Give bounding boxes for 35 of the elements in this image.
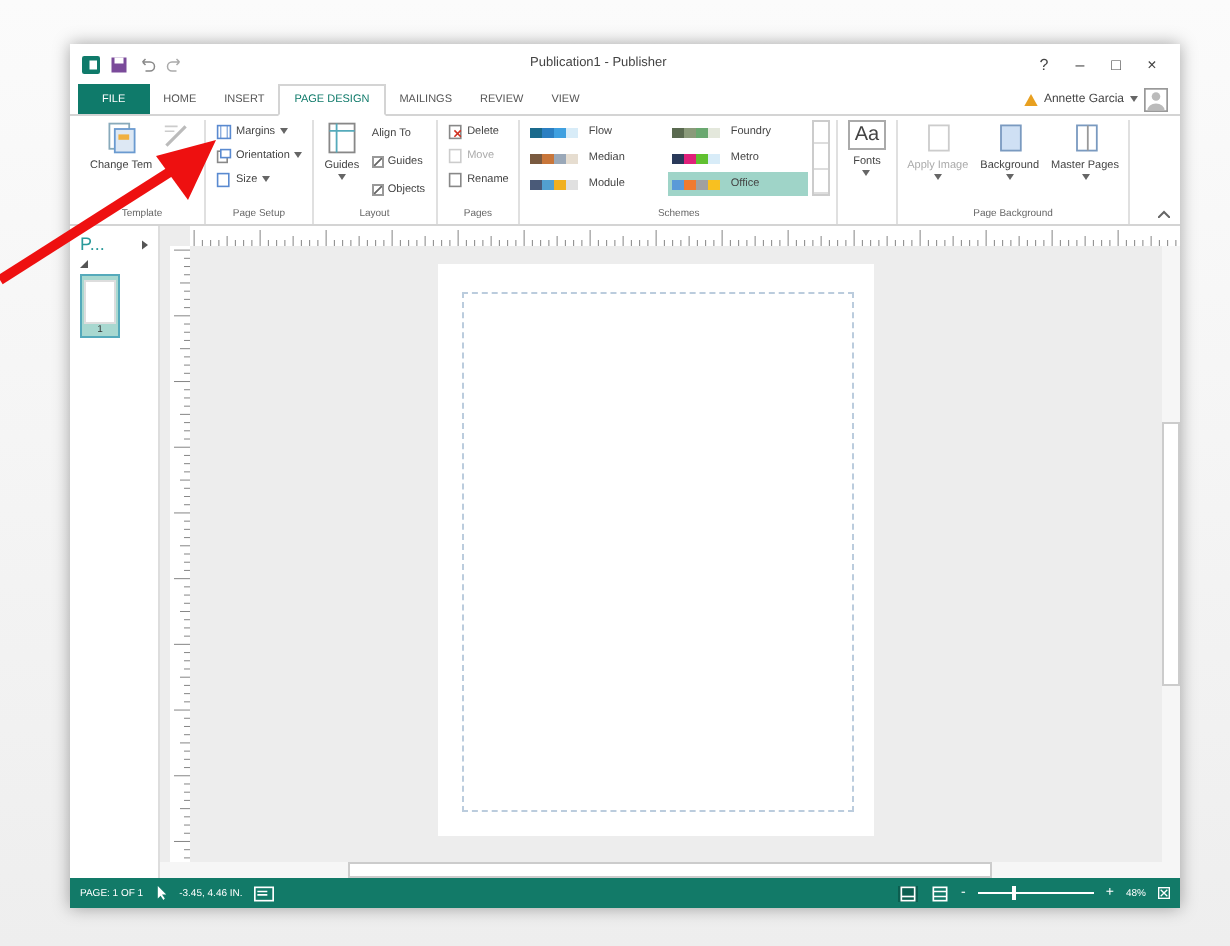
app-logo-icon: [82, 55, 100, 73]
caret-icon: [1130, 96, 1138, 102]
fit-page-icon[interactable]: [1158, 886, 1170, 900]
caret-icon: [261, 176, 270, 182]
caret-icon: [862, 170, 871, 177]
template-icon: [103, 120, 140, 156]
caret-icon: [933, 174, 942, 181]
avatar-icon[interactable]: [1144, 87, 1168, 111]
caret-icon: [1081, 174, 1089, 181]
collapse-ribbon-icon[interactable]: [1158, 210, 1170, 218]
layout-icon[interactable]: [254, 885, 275, 901]
expand-icon[interactable]: [142, 239, 148, 249]
warning-icon: [1023, 93, 1038, 105]
collapse-icon[interactable]: [80, 260, 88, 268]
window-control[interactable]: ?: [1028, 55, 1060, 73]
caret-icon: [279, 128, 288, 134]
caret-icon: [293, 152, 302, 158]
undo-icon[interactable]: [138, 55, 156, 73]
two-page-view-icon[interactable]: [929, 885, 950, 901]
horizontal-scrollbar[interactable]: [160, 862, 1180, 878]
gallery-scrollbar[interactable]: [812, 120, 831, 196]
save-icon[interactable]: [110, 55, 128, 73]
caret-icon: [337, 174, 346, 181]
caret-icon: [1005, 174, 1014, 181]
single-page-view-icon[interactable]: [897, 885, 918, 901]
cursor-icon: [155, 886, 168, 900]
window-control[interactable]: –: [1064, 55, 1096, 73]
window-control[interactable]: ×: [1136, 55, 1168, 73]
vertical-scrollbar[interactable]: [1162, 246, 1180, 862]
pen-icon: [160, 120, 193, 152]
page-icon: [447, 123, 464, 139]
pane-title: P...: [80, 234, 105, 254]
page-icon: [216, 123, 232, 139]
window-control[interactable]: □: [1100, 55, 1132, 73]
guides-icon: [323, 120, 360, 156]
